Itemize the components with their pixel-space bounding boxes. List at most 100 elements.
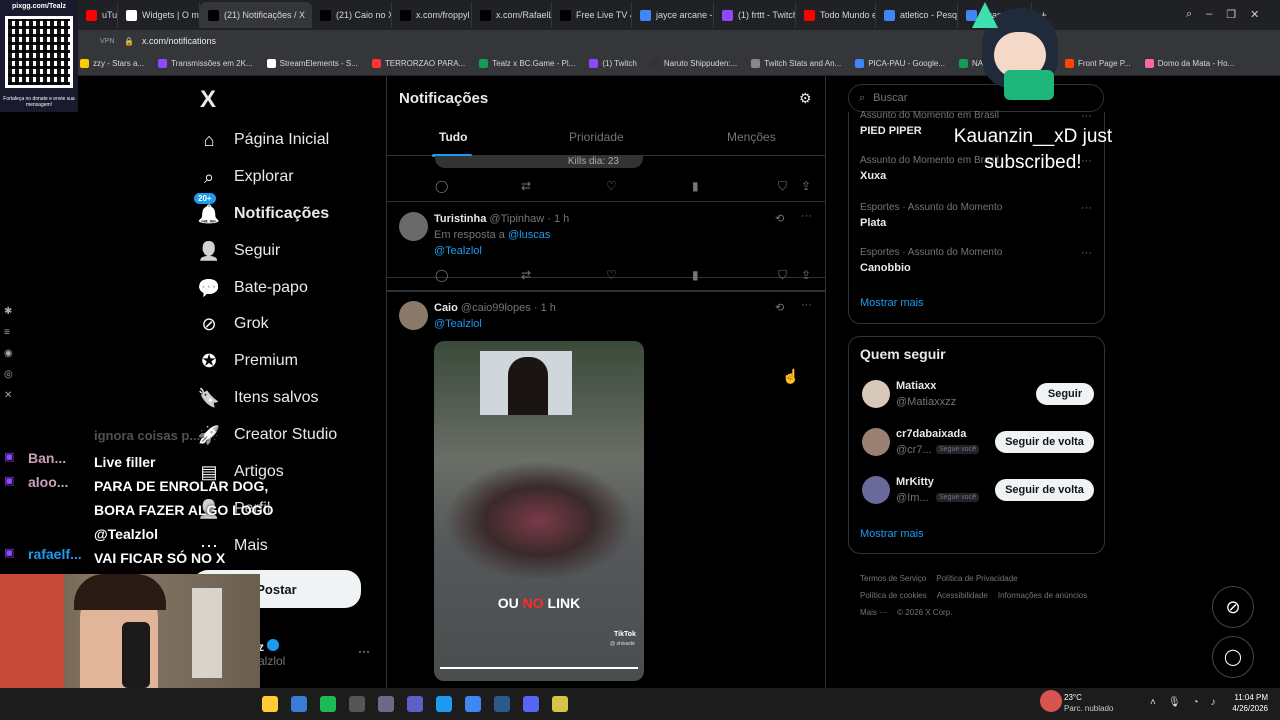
browser-tab[interactable]: Free Live TV & I [552,2,632,28]
settings-gear-icon[interactable]: ⚙ [799,90,812,107]
dock-icon[interactable]: ≡ [4,327,13,338]
tab-menções[interactable]: Menções [727,130,776,144]
bookmark-item[interactable]: zzy - Stars a... [80,59,144,68]
like-icon[interactable]: ♡ [606,179,617,193]
avatar[interactable] [862,428,890,456]
bookmark-item[interactable]: (1) Twitch [589,59,637,68]
share-icon[interactable]: ⇪ [801,268,811,282]
bookmark-icon[interactable]: ⛉ [778,179,787,194]
account-more-icon[interactable]: ··· [358,644,370,658]
video-progress-bar[interactable] [440,667,638,669]
post-more-icon[interactable]: ··· [801,210,812,222]
chevron-up-icon[interactable]: ˄ [1150,697,1156,708]
wifi-icon[interactable]: ◔ [1193,697,1199,708]
browser-tab[interactable]: (21) Notificações / X [200,2,312,28]
dock-icon[interactable]: ✱ [4,306,13,317]
vpn-label[interactable]: VPN [100,38,114,45]
bookmark-item[interactable]: Domo da Mata - Ho... [1144,59,1234,68]
taskbar-app-icon[interactable] [378,696,394,712]
footer-link[interactable]: Acessibilidade [937,587,988,604]
bookmark-item[interactable]: Tealz x BC.Game - Pl... [479,59,575,68]
taskbar-app-icon[interactable] [523,696,539,712]
browser-tab[interactable]: Todo Mundo e [796,2,876,28]
nav-item-explorar[interactable]: ⌕ Explorar [198,166,294,188]
avatar[interactable] [862,380,890,408]
follow-suggestion[interactable]: MrKitty @Im... Segue você Seguir de volta [860,474,1094,508]
grok-floating-icon[interactable]: ⊘ [1212,586,1254,628]
post-author-handle[interactable]: @Tipinhaw [489,213,544,225]
post-video[interactable]: OU NO LINK TikTok @ shivasbr [434,341,644,681]
suggestion-name[interactable]: Matiaxx [896,380,936,392]
reply-icon[interactable]: ◯ [435,179,448,193]
nav-item-grok[interactable]: ⊘ Grok [198,313,268,335]
taskbar-app-icon[interactable] [262,696,278,712]
share-icon[interactable]: ⇪ [801,179,811,193]
bookmark-item[interactable]: Twitch Stats and An... [751,59,841,68]
weather-icon[interactable] [1040,690,1062,712]
follow-button[interactable]: Seguir [1036,383,1094,405]
browser-tab[interactable]: (21) Caio no X: [312,2,392,28]
taskbar-app-icon[interactable] [291,696,307,712]
follow-suggestion[interactable]: Matiaxx @Matiaxxzz Seguir [860,378,1094,412]
grok-explain-icon[interactable]: ⟲ [775,212,784,225]
post-author-handle[interactable]: @caio99lopes [461,302,531,314]
bookmark-item[interactable]: Naruto Shippuden:... [650,59,737,68]
like-icon[interactable]: ♡ [606,268,617,282]
taskbar-app-icon[interactable] [552,696,568,712]
suggestion-name[interactable]: MrKitty [896,476,934,488]
taskbar-app-icon[interactable] [407,696,423,712]
browser-tab[interactable]: uTube [78,2,118,28]
post-author-name[interactable]: Caio [434,302,458,314]
nav-item-bate-papo[interactable]: 💬 Bate-papo [198,277,308,299]
dock-icon[interactable]: ◉ [4,348,13,359]
nav-item-notificações[interactable]: 🔔 Notificações 20+ [194,193,329,225]
bookmark-item[interactable]: StreamElements - S... [266,59,358,68]
minimize-icon[interactable]: – [1206,8,1212,21]
bookmark-item[interactable]: TERRORZAO PARA... [371,59,465,68]
browser-tab[interactable]: x.com/froppyl [392,2,472,28]
taskbar-app-icon[interactable] [320,696,336,712]
close-icon[interactable]: ✕ [1250,8,1259,21]
taskbar-app-icon[interactable] [494,696,510,712]
grok-explain-icon[interactable]: ⟲ [775,301,784,314]
avatar[interactable] [399,301,428,330]
footer-link[interactable]: Política de cookies [860,587,927,604]
trend-more-icon[interactable]: ··· [1081,202,1092,214]
taskbar-app-icon[interactable] [465,696,481,712]
bookmark-item[interactable]: PICA-PAU - Google... [855,59,945,68]
footer-link[interactable]: Mais ··· [860,604,887,621]
avatar[interactable] [862,476,890,504]
taskbar-app-icon[interactable] [436,696,452,712]
repost-icon[interactable]: ⇄ [521,268,531,282]
suggestion-name[interactable]: cr7dabaixada [896,428,966,440]
taskbar-app-icon[interactable] [349,696,365,712]
repost-icon[interactable]: ⇄ [521,179,531,193]
follow-button[interactable]: Seguir de volta [995,479,1094,501]
url-field[interactable]: x.com/notifications [142,36,216,46]
footer-link[interactable]: Termos de Serviço [860,570,926,587]
notification-post-2[interactable]: Caio @caio99lopes · 1 h @Tealzlol ⟲ ··· … [387,291,825,691]
nav-item-premium[interactable]: ✪ Premium [198,350,298,372]
mention-link[interactable]: @Tealzlol [434,245,482,257]
footer-link[interactable]: © 2026 X Corp. [897,604,952,621]
nav-item-itens-salvos[interactable]: 🔖 Itens salvos [198,387,319,409]
views-icon[interactable]: ▮ [692,179,699,193]
dock-icon[interactable]: ◎ [4,369,13,380]
avatar[interactable] [399,212,428,241]
footer-link[interactable]: Informações de anúncios [998,587,1087,604]
trend-item[interactable]: Esportes · Assunto do Momento Canobbio ··· [860,247,1092,274]
footer-link[interactable]: Política de Privacidade [936,570,1017,587]
nav-item-seguir[interactable]: 👤 Seguir [198,240,280,262]
browser-tab[interactable]: jayce arcane - P [632,2,714,28]
follow-button[interactable]: Seguir de volta [995,431,1094,453]
trend-more-icon[interactable]: ··· [1081,247,1092,259]
post-more-icon[interactable]: ··· [801,299,812,311]
mention-link[interactable]: @Tealzlol [434,318,482,330]
views-icon[interactable]: ▮ [692,268,699,282]
tab-tudo[interactable]: Tudo [432,130,472,157]
trends-show-more[interactable]: Mostrar mais [860,297,924,309]
search-input[interactable]: Buscar [873,92,907,104]
nav-item-página-inicial[interactable]: ⌂ Página Inicial [198,129,330,151]
reply-icon[interactable]: ◯ [435,268,448,282]
browser-tab[interactable]: x.com/RafaelLu [472,2,552,28]
